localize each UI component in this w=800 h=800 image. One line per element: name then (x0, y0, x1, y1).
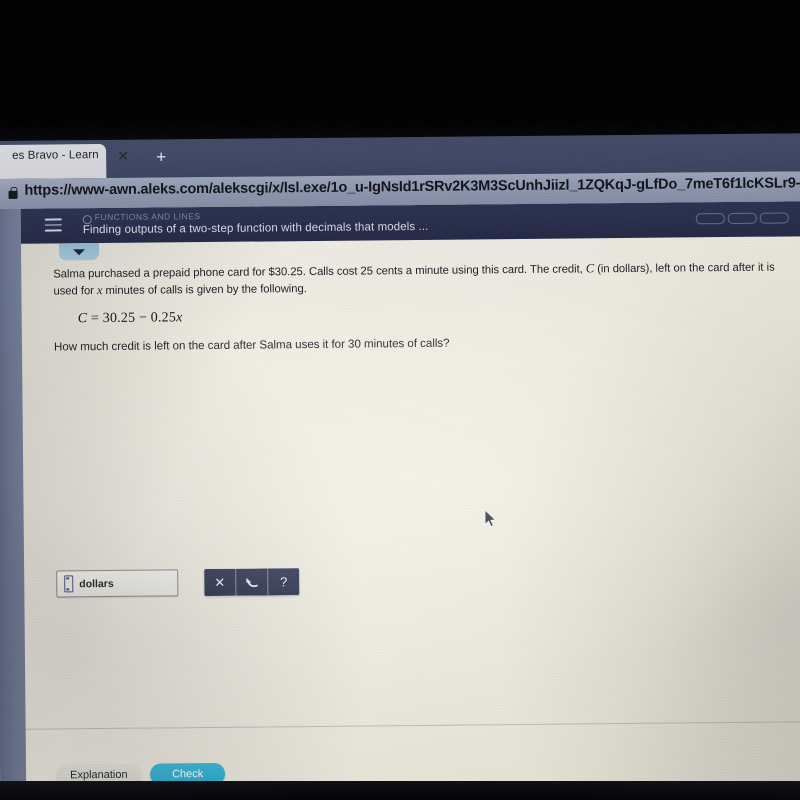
unit-label: dollars (79, 577, 114, 590)
help-button[interactable]: ? (268, 568, 300, 596)
equation: C = 30.25 − 0.25x (78, 304, 784, 327)
left-gutter (0, 208, 27, 800)
header-pill-group (695, 212, 789, 225)
question-mark-icon: ? (280, 574, 288, 590)
close-icon[interactable]: ✕ (115, 148, 131, 165)
answer-tool-group: ✕ ? (204, 568, 300, 597)
header-pill[interactable] (759, 212, 789, 224)
new-tab-icon[interactable]: + (152, 147, 170, 166)
equation-rhs: = 30.25 − 0.25 (87, 310, 177, 327)
browser-window: es Bravo - Learn ✕ + https://www-awn.ale… (0, 133, 800, 800)
page-viewport: FUNCTIONS AND LINES Finding outputs of a… (0, 201, 800, 800)
problem-statement-part1: Salma purchased a prepaid phone card for… (53, 263, 586, 281)
answer-row: dollars ✕ ? (56, 568, 300, 598)
breadcrumb: FUNCTIONS AND LINES (94, 211, 201, 223)
problem-area: Salma purchased a prepaid phone card for… (53, 259, 784, 353)
circle-icon (82, 214, 92, 224)
header-pill[interactable] (727, 212, 757, 225)
undo-arrow-icon (246, 577, 258, 588)
caret-down-icon (73, 249, 86, 256)
undo-button[interactable] (236, 568, 269, 596)
answer-input[interactable]: dollars (56, 569, 179, 598)
clear-button[interactable]: ✕ (204, 568, 237, 597)
page-title: Finding outputs of a two-step function w… (82, 220, 429, 237)
variable-c: C (585, 261, 595, 276)
divider (25, 721, 800, 730)
browser-tab-title: es Bravo - Learn (12, 149, 99, 162)
header-pill[interactable] (695, 213, 725, 225)
panel-toggle-tab[interactable] (58, 243, 100, 261)
x-icon: ✕ (214, 574, 226, 590)
lock-icon (8, 186, 18, 199)
screenshot-root: es Bravo - Learn ✕ + https://www-awn.ale… (0, 0, 800, 800)
app-header: FUNCTIONS AND LINES Finding outputs of a… (20, 201, 800, 244)
monitor-bezel-bottom (0, 781, 800, 800)
url-text: https://www-awn.aleks.com/alekscgi/x/lsl… (24, 175, 800, 199)
problem-statement-part3: minutes of calls is given by the followi… (102, 282, 307, 297)
text-caret-icon (64, 575, 74, 593)
problem-question: How much credit is left on the card afte… (53, 336, 450, 354)
monitor-bezel-top (0, 0, 800, 143)
equation-variable: x (175, 310, 183, 326)
hamburger-menu-icon[interactable] (44, 218, 62, 232)
problem-statement: Salma purchased a prepaid phone card for… (53, 259, 783, 299)
equation-lhs: C (77, 311, 88, 327)
